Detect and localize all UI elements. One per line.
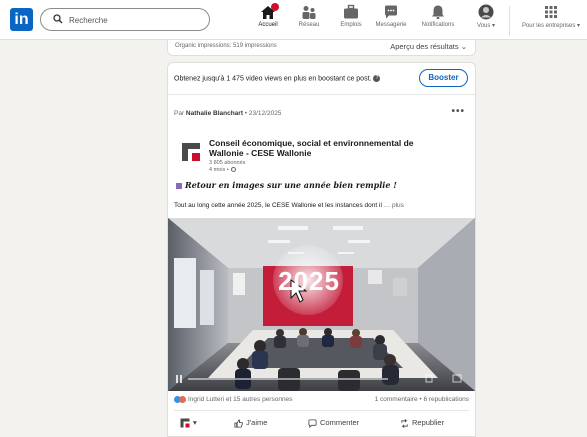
followers-count: 3 805 abonnés [209, 160, 246, 166]
nav-label: Messagerie [375, 22, 407, 28]
boost-banner: Obtenez jusqu'à 1 475 video views en plu… [168, 63, 475, 95]
meeting-room-photo [168, 218, 475, 391]
search-icon [53, 14, 63, 24]
notification-badge [271, 3, 279, 11]
linkedin-logo[interactable]: in [10, 8, 33, 31]
comment-icon [308, 419, 317, 428]
chevron-down-icon: ▾ [193, 418, 197, 427]
nav-label: Emplois [340, 22, 362, 28]
top-navigation: in Accueil Réseau Emplois Message [0, 0, 587, 40]
post-video[interactable]: 2025 [168, 218, 475, 391]
actor-switcher[interactable]: ▾ [180, 418, 197, 428]
help-icon[interactable]: ? [373, 75, 381, 82]
nav-label: Accueil [258, 22, 278, 28]
nav-divider [509, 6, 510, 36]
booster-button[interactable]: Booster [419, 69, 468, 87]
comment-button[interactable]: Commenter [308, 418, 359, 428]
calendar-emoji-icon [176, 183, 182, 189]
post-body: Tout au long cette année 2025, le CESE W… [174, 202, 404, 209]
messaging-icon [385, 5, 397, 19]
nav-home[interactable]: Accueil [253, 3, 283, 38]
previous-post-footer: Organic impressions: 519 impressions Ape… [167, 40, 476, 56]
repost-icon [401, 418, 408, 428]
thumbs-up-icon [234, 419, 243, 428]
author-name[interactable]: Nathalie Blanchart [186, 110, 243, 117]
results-preview-link[interactable]: Aperçu des résultats ⌄ [390, 42, 467, 51]
post-age: 4 mois • [209, 167, 236, 173]
nav-label: Pour les entreprises ▾ [521, 23, 581, 29]
see-more-link[interactable]: … plus [382, 202, 404, 209]
company-logo-small-icon [180, 418, 190, 428]
impressions-text: Organic impressions: 519 impressions [175, 43, 277, 49]
nav-label: Notifications [421, 22, 455, 28]
search-box[interactable] [40, 8, 210, 31]
search-input[interactable] [69, 12, 199, 28]
divider [174, 410, 469, 411]
nav-label: Réseau [298, 22, 320, 28]
avatar-icon [478, 4, 494, 20]
reactions-summary[interactable]: Ingrid Lutteri et 15 autres personnes [174, 396, 292, 403]
boost-text: Obtenez jusqu'à 1 475 video views en plu… [174, 75, 381, 82]
repost-button[interactable]: Republier [400, 418, 444, 428]
post-card: Obtenez jusqu'à 1 475 video views en plu… [167, 62, 476, 437]
globe-icon [230, 167, 236, 173]
nav-label: Vous ▾ [476, 23, 496, 29]
video-overlay-year: 2025 [278, 266, 340, 296]
grid-icon [545, 6, 557, 18]
nav-me[interactable]: Vous ▾ [471, 4, 501, 38]
briefcase-icon [344, 4, 358, 19]
love-reaction-icon [179, 396, 186, 403]
post-attribution: Par Nathalie Blanchart • 23/12/2025 [174, 110, 282, 117]
post-headline: 𝑹𝒆𝒕𝒐𝒖𝒓 𝒆𝒏 𝒊𝒎𝒂𝒈𝒆𝒔 𝒔𝒖𝒓 𝒖𝒏𝒆 𝒂𝒏𝒏𝒆́𝒆 𝒃𝒊𝒆𝒏 𝒓𝒆𝒎… [176, 180, 397, 190]
nav-notifications[interactable]: Notifications [418, 4, 458, 38]
nav-messaging[interactable]: Messagerie [373, 4, 409, 38]
bell-icon [432, 5, 444, 19]
nav-business[interactable]: Pour les entreprises ▾ [517, 4, 585, 38]
company-name[interactable]: Conseil économique, social et environnem… [209, 138, 439, 158]
nav-jobs[interactable]: Emplois [336, 4, 366, 38]
company-logo[interactable] [181, 142, 201, 162]
engagement-stats[interactable]: 1 commentaire • 6 republications [375, 396, 469, 403]
post-actions: ▾ J'aime Commenter Republier [168, 414, 475, 436]
nav-network[interactable]: Réseau [294, 4, 324, 38]
network-icon [302, 6, 316, 19]
like-button[interactable]: J'aime [234, 418, 267, 428]
chevron-down-icon: ⌄ [460, 42, 467, 51]
more-options-icon[interactable]: ••• [451, 106, 465, 117]
